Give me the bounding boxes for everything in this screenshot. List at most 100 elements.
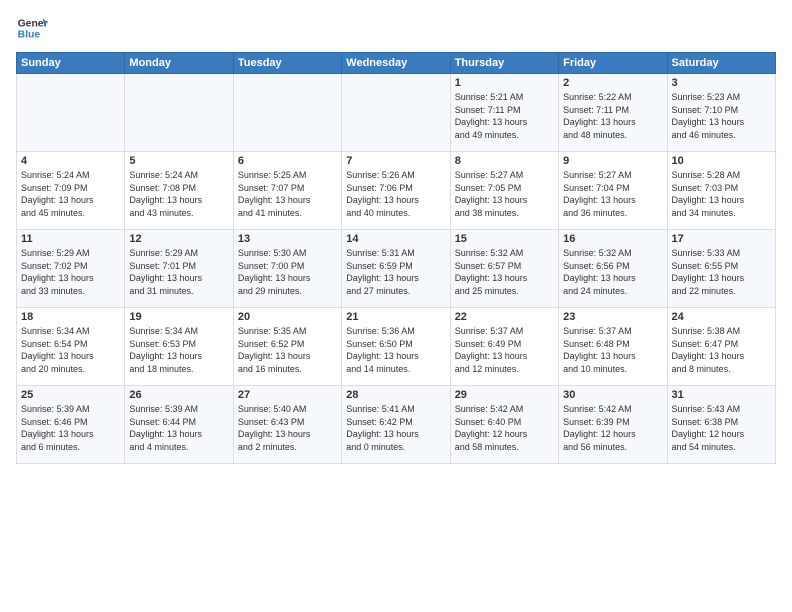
page-header: General Blue [16, 12, 776, 44]
day-number: 20 [238, 311, 337, 323]
calendar-cell [233, 74, 341, 152]
calendar-cell: 31 Sunrise: 5:43 AM Sunset: 6:38 PM Dayli… [667, 386, 775, 464]
calendar-cell: 8 Sunrise: 5:27 AM Sunset: 7:05 PM Daylig… [450, 152, 558, 230]
calendar-cell [342, 74, 450, 152]
day-info: Sunrise: 5:33 AM Sunset: 6:55 PM Dayligh… [672, 247, 771, 297]
day-number: 6 [238, 155, 337, 167]
calendar-cell: 13 Sunrise: 5:30 AM Sunset: 7:00 PM Dayli… [233, 230, 341, 308]
calendar-cell [17, 74, 125, 152]
calendar-cell: 9 Sunrise: 5:27 AM Sunset: 7:04 PM Daylig… [559, 152, 667, 230]
day-number: 13 [238, 233, 337, 245]
weekday-header-thursday: Thursday [450, 53, 558, 74]
day-number: 1 [455, 77, 554, 89]
calendar-cell: 10 Sunrise: 5:28 AM Sunset: 7:03 PM Dayli… [667, 152, 775, 230]
day-number: 17 [672, 233, 771, 245]
day-info: Sunrise: 5:34 AM Sunset: 6:54 PM Dayligh… [21, 325, 120, 375]
day-number: 2 [563, 77, 662, 89]
day-number: 8 [455, 155, 554, 167]
day-number: 26 [129, 389, 228, 401]
calendar-cell: 4 Sunrise: 5:24 AM Sunset: 7:09 PM Daylig… [17, 152, 125, 230]
day-number: 19 [129, 311, 228, 323]
calendar-cell: 3 Sunrise: 5:23 AM Sunset: 7:10 PM Daylig… [667, 74, 775, 152]
calendar-cell: 12 Sunrise: 5:29 AM Sunset: 7:01 PM Dayli… [125, 230, 233, 308]
calendar-cell: 5 Sunrise: 5:24 AM Sunset: 7:08 PM Daylig… [125, 152, 233, 230]
weekday-header-wednesday: Wednesday [342, 53, 450, 74]
weekday-header-monday: Monday [125, 53, 233, 74]
calendar-cell: 23Sunrise: 5:37 AM Sunset: 6:48 PM Dayli… [559, 308, 667, 386]
day-info: Sunrise: 5:32 AM Sunset: 6:57 PM Dayligh… [455, 247, 554, 297]
calendar-cell: 18 Sunrise: 5:34 AM Sunset: 6:54 PM Dayli… [17, 308, 125, 386]
calendar-cell: 22Sunrise: 5:37 AM Sunset: 6:49 PM Dayli… [450, 308, 558, 386]
day-info: Sunrise: 5:27 AM Sunset: 7:04 PM Dayligh… [563, 169, 662, 219]
calendar-table: SundayMondayTuesdayWednesdayThursdayFrid… [16, 52, 776, 464]
day-info: Sunrise: 5:32 AM Sunset: 6:56 PM Dayligh… [563, 247, 662, 297]
day-info: Sunrise: 5:42 AM Sunset: 6:39 PM Dayligh… [563, 403, 662, 453]
day-number: 18 [21, 311, 120, 323]
day-number: 30 [563, 389, 662, 401]
calendar-cell: 21Sunrise: 5:36 AM Sunset: 6:50 PM Dayli… [342, 308, 450, 386]
day-number: 29 [455, 389, 554, 401]
calendar-cell: 1 Sunrise: 5:21 AM Sunset: 7:11 PM Daylig… [450, 74, 558, 152]
day-number: 21 [346, 311, 445, 323]
calendar-cell: 20 Sunrise: 5:35 AM Sunset: 6:52 PM Dayli… [233, 308, 341, 386]
calendar-cell: 29 Sunrise: 5:42 AM Sunset: 6:40 PM Dayli… [450, 386, 558, 464]
day-info: Sunrise: 5:31 AM Sunset: 6:59 PM Dayligh… [346, 247, 445, 297]
day-number: 31 [672, 389, 771, 401]
day-number: 14 [346, 233, 445, 245]
day-info: Sunrise: 5:23 AM Sunset: 7:10 PM Dayligh… [672, 91, 771, 141]
day-info: Sunrise: 5:28 AM Sunset: 7:03 PM Dayligh… [672, 169, 771, 219]
calendar-cell: 2 Sunrise: 5:22 AM Sunset: 7:11 PM Daylig… [559, 74, 667, 152]
day-number: 16 [563, 233, 662, 245]
day-number: 15 [455, 233, 554, 245]
day-info: Sunrise: 5:27 AM Sunset: 7:05 PM Dayligh… [455, 169, 554, 219]
day-number: 7 [346, 155, 445, 167]
day-info: Sunrise: 5:21 AM Sunset: 7:11 PM Dayligh… [455, 91, 554, 141]
day-number: 12 [129, 233, 228, 245]
day-info: Sunrise: 5:39 AM Sunset: 6:44 PM Dayligh… [129, 403, 228, 453]
svg-text:Blue: Blue [18, 30, 41, 41]
weekday-header-saturday: Saturday [667, 53, 775, 74]
calendar-cell: 11 Sunrise: 5:29 AM Sunset: 7:02 PM Dayli… [17, 230, 125, 308]
day-info: Sunrise: 5:29 AM Sunset: 7:01 PM Dayligh… [129, 247, 228, 297]
day-number: 25 [21, 389, 120, 401]
calendar-cell: 16 Sunrise: 5:32 AM Sunset: 6:56 PM Dayli… [559, 230, 667, 308]
calendar-cell: 26 Sunrise: 5:39 AM Sunset: 6:44 PM Dayli… [125, 386, 233, 464]
day-number: 5 [129, 155, 228, 167]
calendar-cell: 24 Sunrise: 5:38 AM Sunset: 6:47 PM Dayli… [667, 308, 775, 386]
day-number: 24 [672, 311, 771, 323]
weekday-header-friday: Friday [559, 53, 667, 74]
calendar-cell [125, 74, 233, 152]
day-info: Sunrise: 5:34 AM Sunset: 6:53 PM Dayligh… [129, 325, 228, 375]
day-info: Sunrise: 5:30 AM Sunset: 7:00 PM Dayligh… [238, 247, 337, 297]
day-number: 11 [21, 233, 120, 245]
day-info: Sunrise: 5:24 AM Sunset: 7:09 PM Dayligh… [21, 169, 120, 219]
day-number: 22 [455, 311, 554, 323]
day-info: Sunrise: 5:43 AM Sunset: 6:38 PM Dayligh… [672, 403, 771, 453]
day-info: Sunrise: 5:29 AM Sunset: 7:02 PM Dayligh… [21, 247, 120, 297]
day-number: 9 [563, 155, 662, 167]
calendar-cell: 6 Sunrise: 5:25 AM Sunset: 7:07 PM Daylig… [233, 152, 341, 230]
day-info: Sunrise: 5:38 AM Sunset: 6:47 PM Dayligh… [672, 325, 771, 375]
day-info: Sunrise: 5:40 AM Sunset: 6:43 PM Dayligh… [238, 403, 337, 453]
day-info: Sunrise: 5:25 AM Sunset: 7:07 PM Dayligh… [238, 169, 337, 219]
day-info: Sunrise: 5:39 AM Sunset: 6:46 PM Dayligh… [21, 403, 120, 453]
day-number: 10 [672, 155, 771, 167]
calendar-cell: 15 Sunrise: 5:32 AM Sunset: 6:57 PM Dayli… [450, 230, 558, 308]
day-info: Sunrise: 5:35 AM Sunset: 6:52 PM Dayligh… [238, 325, 337, 375]
day-number: 3 [672, 77, 771, 89]
calendar-cell: 7 Sunrise: 5:26 AM Sunset: 7:06 PM Daylig… [342, 152, 450, 230]
day-number: 27 [238, 389, 337, 401]
day-number: 4 [21, 155, 120, 167]
calendar-cell: 14 Sunrise: 5:31 AM Sunset: 6:59 PM Dayli… [342, 230, 450, 308]
logo: General Blue [16, 12, 48, 44]
day-info: Sunrise: 5:22 AM Sunset: 7:11 PM Dayligh… [563, 91, 662, 141]
calendar-cell: 30 Sunrise: 5:42 AM Sunset: 6:39 PM Dayli… [559, 386, 667, 464]
day-info: Sunrise: 5:37 AM Sunset: 6:48 PM Dayligh… [563, 325, 662, 375]
calendar-cell: 28Sunrise: 5:41 AM Sunset: 6:42 PM Dayli… [342, 386, 450, 464]
day-info: Sunrise: 5:26 AM Sunset: 7:06 PM Dayligh… [346, 169, 445, 219]
day-info: Sunrise: 5:41 AM Sunset: 6:42 PM Dayligh… [346, 403, 445, 453]
weekday-header-sunday: Sunday [17, 53, 125, 74]
day-info: Sunrise: 5:24 AM Sunset: 7:08 PM Dayligh… [129, 169, 228, 219]
day-info: Sunrise: 5:42 AM Sunset: 6:40 PM Dayligh… [455, 403, 554, 453]
calendar-cell: 25 Sunrise: 5:39 AM Sunset: 6:46 PM Dayli… [17, 386, 125, 464]
